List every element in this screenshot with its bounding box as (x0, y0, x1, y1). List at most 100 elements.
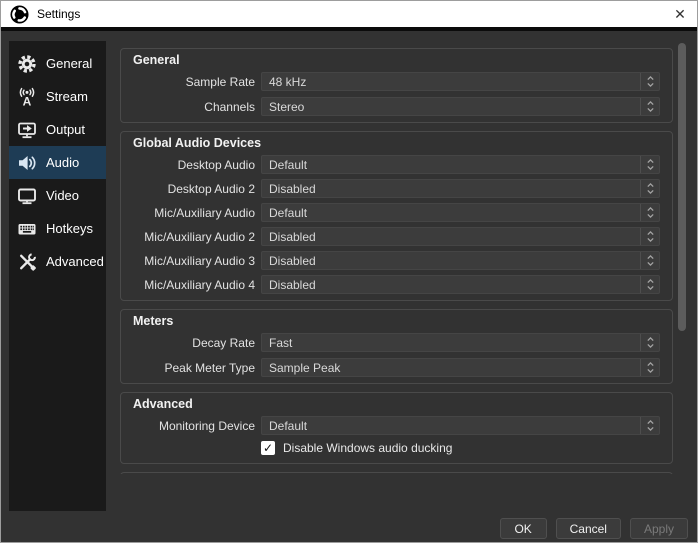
combo-value: Default (269, 206, 307, 220)
spinner-arrows-icon (640, 276, 659, 293)
sidebar-item-advanced[interactable]: Advanced (9, 245, 106, 278)
sidebar-item-label: General (46, 56, 92, 71)
spinner-arrows-icon (640, 252, 659, 269)
desktop-audio-2-select[interactable]: Disabled (261, 179, 660, 198)
mic-auxiliary-audio-select[interactable]: Default (261, 203, 660, 222)
sidebar-item-hotkeys[interactable]: Hotkeys (9, 212, 106, 245)
field-label: Desktop Audio 2 (133, 182, 255, 196)
section-general: General Sample Rate 48 kHz Channels Ster… (120, 48, 673, 123)
spinner-arrows-icon (640, 73, 659, 90)
field-label: Mic/Auxiliary Audio 2 (133, 230, 255, 244)
combo-value: Stereo (269, 100, 304, 114)
monitoring-device-select[interactable]: Default (261, 416, 660, 435)
sidebar-item-label: Advanced (46, 254, 104, 269)
spinner-arrows-icon (640, 156, 659, 173)
obs-logo-icon (10, 5, 29, 24)
spinner-arrows-icon (640, 98, 659, 115)
field-label: Decay Rate (133, 336, 255, 350)
settings-row: Decay Rate Fast (133, 333, 660, 352)
settings-row: Desktop Audio 2 Disabled (133, 179, 660, 198)
mic-auxiliary-audio-4-select[interactable]: Disabled (261, 275, 660, 294)
title-bar: Settings ✕ (1, 1, 697, 31)
field-label: Sample Rate (133, 75, 255, 89)
spinner-arrows-icon (640, 417, 659, 434)
field-label: Monitoring Device (133, 419, 255, 433)
combo-value: Disabled (269, 182, 316, 196)
close-icon[interactable]: ✕ (663, 1, 697, 27)
sidebar-item-stream[interactable]: A Stream (9, 80, 106, 113)
section-title: Meters (133, 314, 660, 328)
sidebar-item-label: Video (46, 188, 79, 203)
combo-value: 48 kHz (269, 75, 306, 89)
sidebar-item-general[interactable]: General (9, 47, 106, 80)
settings-row: Peak Meter Type Sample Peak (133, 358, 660, 377)
window-title: Settings (37, 7, 80, 21)
field-label: Desktop Audio (133, 158, 255, 172)
channels-select[interactable]: Stereo (261, 97, 660, 116)
section-title: Global Audio Devices (133, 136, 660, 150)
settings-sidebar: General A Stream Output (9, 41, 106, 511)
gear-icon (16, 53, 38, 75)
mic-auxiliary-audio-2-select[interactable]: Disabled (261, 227, 660, 246)
combo-value: Sample Peak (269, 361, 340, 375)
sidebar-item-label: Output (46, 122, 85, 137)
svg-text:A: A (23, 94, 32, 108)
settings-row: Sample Rate 48 kHz (133, 72, 660, 91)
checkmark-icon: ✓ (263, 442, 273, 454)
section-global-audio-devices: Global Audio Devices Desktop Audio Defau… (120, 131, 673, 301)
spinner-arrows-icon (640, 204, 659, 221)
ok-button[interactable]: OK (500, 518, 547, 539)
spinner-arrows-icon (640, 228, 659, 245)
audio-settings-panel: General Sample Rate 48 kHz Channels Ster… (120, 41, 673, 474)
dialog-buttons: OK Cancel Apply (500, 518, 688, 539)
section-title: Advanced (133, 397, 660, 411)
field-label: Mic/Auxiliary Audio 4 (133, 278, 255, 292)
settings-row: Channels Stereo (133, 97, 660, 116)
sidebar-item-video[interactable]: Video (9, 179, 106, 212)
apply-button[interactable]: Apply (630, 518, 688, 539)
settings-row: Desktop Audio Default (133, 155, 660, 174)
tools-icon (16, 251, 38, 273)
spinner-arrows-icon (640, 180, 659, 197)
combo-value: Disabled (269, 230, 316, 244)
keyboard-icon (16, 218, 38, 240)
sample-rate-select[interactable]: 48 kHz (261, 72, 660, 91)
sidebar-item-label: Audio (46, 155, 79, 170)
section-meters: Meters Decay Rate Fast Peak Meter Type S… (120, 309, 673, 384)
field-label: Channels (133, 100, 255, 114)
content-scrollbar[interactable] (678, 41, 686, 474)
settings-row: Monitoring Device Default (133, 416, 660, 435)
desktop-audio-select[interactable]: Default (261, 155, 660, 174)
peak-meter-type-select[interactable]: Sample Peak (261, 358, 660, 377)
output-icon (16, 119, 38, 141)
field-label: Mic/Auxiliary Audio (133, 206, 255, 220)
scrollbar-thumb[interactable] (678, 43, 686, 331)
mic-auxiliary-audio-3-select[interactable]: Disabled (261, 251, 660, 270)
checkbox-label: Disable Windows audio ducking (283, 441, 452, 455)
settings-row: Mic/Auxiliary Audio 3 Disabled (133, 251, 660, 270)
speaker-icon (16, 152, 38, 174)
section-hotkeys: Hotkeys (120, 472, 673, 474)
combo-value: Disabled (269, 278, 316, 292)
spinner-arrows-icon (640, 359, 659, 376)
sidebar-item-label: Hotkeys (46, 221, 93, 236)
sidebar-item-label: Stream (46, 89, 88, 104)
decay-rate-select[interactable]: Fast (261, 333, 660, 352)
spinner-arrows-icon (640, 334, 659, 351)
field-label: Mic/Auxiliary Audio 3 (133, 254, 255, 268)
settings-window: Settings ✕ General A Stre (0, 0, 698, 543)
section-title: General (133, 53, 660, 67)
combo-value: Fast (269, 336, 292, 350)
sidebar-item-audio[interactable]: Audio (9, 146, 106, 179)
settings-row: Mic/Auxiliary Audio 4 Disabled (133, 275, 660, 294)
disable-audio-ducking-row: ✓ Disable Windows audio ducking (261, 441, 660, 455)
disable-audio-ducking-checkbox[interactable]: ✓ (261, 441, 275, 455)
cancel-button[interactable]: Cancel (556, 518, 621, 539)
field-label: Peak Meter Type (133, 361, 255, 375)
sidebar-item-output[interactable]: Output (9, 113, 106, 146)
section-advanced: Advanced Monitoring Device Default ✓ Dis… (120, 392, 673, 464)
broadcast-icon: A (16, 86, 38, 108)
monitor-icon (16, 185, 38, 207)
settings-row: Mic/Auxiliary Audio Default (133, 203, 660, 222)
settings-row: Mic/Auxiliary Audio 2 Disabled (133, 227, 660, 246)
